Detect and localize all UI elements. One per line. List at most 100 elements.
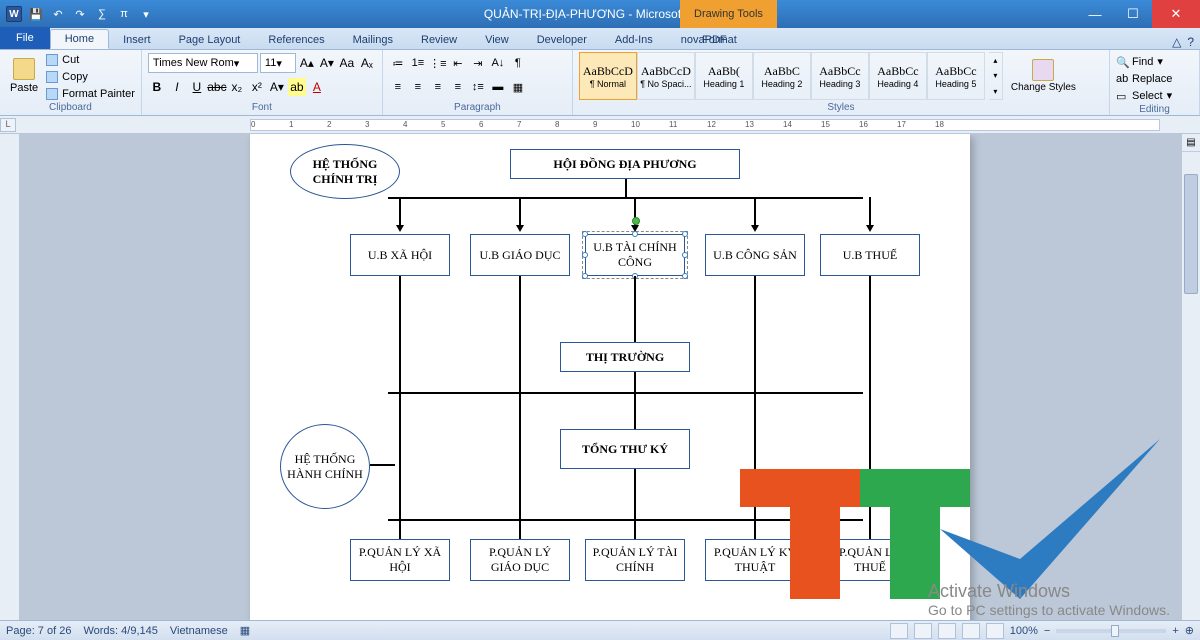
cut-button[interactable]: Cut xyxy=(46,52,135,67)
tab-insert[interactable]: Insert xyxy=(109,31,165,49)
underline-button[interactable]: U xyxy=(188,78,206,96)
style-item[interactable]: AaBbCcHeading 3 xyxy=(811,52,869,100)
shape-box[interactable]: P.QUẢN LÝ XÃ HỘI xyxy=(350,539,450,581)
align-left-button[interactable]: ≡ xyxy=(389,78,407,96)
sort-button[interactable]: A↓ xyxy=(489,54,507,72)
font-name-select[interactable]: Times New Rom ▾ xyxy=(148,53,258,73)
tab-mailings[interactable]: Mailings xyxy=(339,31,407,49)
view-web-button[interactable] xyxy=(938,623,956,639)
style-item[interactable]: AaBb(Heading 1 xyxy=(695,52,753,100)
grow-font-button[interactable]: A▴ xyxy=(298,54,316,72)
bullets-button[interactable]: ≔ xyxy=(389,54,407,72)
ruler-toggle-icon[interactable]: ▤ xyxy=(1182,134,1200,152)
shape-box[interactable]: P.QUẢN LÝ KỸ THUẬT xyxy=(705,539,805,581)
tab-view[interactable]: View xyxy=(471,31,523,49)
shape-ellipse[interactable]: HỆ THỐNG HÀNH CHÍNH xyxy=(280,424,370,509)
select-button[interactable]: ▭Select ▾ xyxy=(1116,88,1172,103)
align-center-button[interactable]: ≡ xyxy=(409,78,427,96)
shape-box[interactable]: U.B CÔNG SẢN xyxy=(705,234,805,276)
shape-box[interactable]: P.QUẢN LÝ GIÁO DỤC xyxy=(470,539,570,581)
document-page[interactable]: HỆ THỐNG CHÍNH TRỊ HỆ THỐNG HÀNH CHÍNH H… xyxy=(250,134,970,620)
qat-item[interactable]: ∑ xyxy=(94,6,110,22)
change-case-button[interactable]: Aa xyxy=(338,54,356,72)
undo-icon[interactable]: ↶ xyxy=(50,6,66,22)
italic-button[interactable]: I xyxy=(168,78,186,96)
scroll-thumb[interactable] xyxy=(1184,174,1198,294)
shape-box[interactable]: TỔNG THƯ KÝ xyxy=(560,429,690,469)
help-icon[interactable]: ? xyxy=(1187,35,1194,49)
status-macro-icon[interactable]: ▦ xyxy=(240,624,250,637)
save-icon[interactable]: 💾 xyxy=(28,6,44,22)
tab-addins[interactable]: Add-Ins xyxy=(601,31,667,49)
align-right-button[interactable]: ≡ xyxy=(429,78,447,96)
file-tab[interactable]: File xyxy=(0,27,50,49)
change-styles-button[interactable]: Change Styles xyxy=(1007,52,1080,100)
maximize-button[interactable]: ☐ xyxy=(1114,0,1152,28)
borders-button[interactable]: ▦ xyxy=(509,78,527,96)
paste-button[interactable]: Paste xyxy=(6,52,42,100)
tab-review[interactable]: Review xyxy=(407,31,471,49)
view-outline-button[interactable] xyxy=(962,623,980,639)
styles-more-button[interactable]: ▴▾▾ xyxy=(989,52,1003,100)
shape-box[interactable]: U.B GIÁO DỤC xyxy=(470,234,570,276)
shape-box[interactable]: THỊ TRƯỜNG xyxy=(560,342,690,372)
shape-box[interactable]: P.QUẢN LÝ THUẾ xyxy=(820,539,920,581)
tab-format[interactable]: Format xyxy=(688,31,751,49)
minimize-button[interactable]: — xyxy=(1076,0,1114,28)
tab-selector[interactable]: L xyxy=(0,118,16,132)
shape-box-top[interactable]: HỘI ĐỒNG ĐỊA PHƯƠNG xyxy=(510,149,740,179)
subscript-button[interactable]: x₂ xyxy=(228,78,246,96)
shape-box[interactable]: U.B XÃ HỘI xyxy=(350,234,450,276)
numbering-button[interactable]: 1≡ xyxy=(409,54,427,72)
zoom-out-button[interactable]: − xyxy=(1044,625,1050,637)
tab-home[interactable]: Home xyxy=(50,29,109,49)
line-spacing-button[interactable]: ↕≡ xyxy=(469,78,487,96)
zoom-fit-button[interactable]: ⊕ xyxy=(1185,624,1194,637)
qat-item[interactable]: π xyxy=(116,6,132,22)
shape-box[interactable]: U.B TÀI CHÍNH CÔNG xyxy=(585,234,685,276)
shape-box[interactable]: P.QUẢN LÝ TÀI CHÍNH xyxy=(585,539,685,581)
multilevel-button[interactable]: ⋮≡ xyxy=(429,54,447,72)
style-item[interactable]: AaBbCcHeading 4 xyxy=(869,52,927,100)
view-print-layout-button[interactable] xyxy=(890,623,908,639)
scrollbar-vertical[interactable]: ▤ xyxy=(1182,134,1200,620)
style-item[interactable]: AaBbCHeading 2 xyxy=(753,52,811,100)
increase-indent-button[interactable]: ⇥ xyxy=(469,54,487,72)
redo-icon[interactable]: ↷ xyxy=(72,6,88,22)
ruler-vertical[interactable] xyxy=(0,134,20,620)
ribbon-minimize-icon[interactable]: △ xyxy=(1172,35,1181,49)
tab-references[interactable]: References xyxy=(254,31,338,49)
zoom-in-button[interactable]: + xyxy=(1172,625,1178,637)
font-size-select[interactable]: 11 ▾ xyxy=(260,53,296,73)
clear-format-button[interactable]: Aₓ xyxy=(358,54,376,72)
superscript-button[interactable]: x² xyxy=(248,78,266,96)
tab-developer[interactable]: Developer xyxy=(523,31,601,49)
zoom-slider[interactable] xyxy=(1056,629,1166,633)
close-button[interactable]: ✕ xyxy=(1152,0,1200,28)
view-fullscreen-button[interactable] xyxy=(914,623,932,639)
shape-box[interactable]: U.B THUẾ xyxy=(820,234,920,276)
replace-button[interactable]: abReplace xyxy=(1116,71,1172,86)
ruler-horizontal[interactable]: L 0123456789101112131415161718 xyxy=(0,116,1200,134)
show-marks-button[interactable]: ¶ xyxy=(509,54,527,72)
highlight-button[interactable]: ab xyxy=(288,78,306,96)
style-item[interactable]: AaBbCcHeading 5 xyxy=(927,52,985,100)
status-language[interactable]: Vietnamese xyxy=(170,625,228,637)
shrink-font-button[interactable]: A▾ xyxy=(318,54,336,72)
format-painter-button[interactable]: Format Painter xyxy=(46,86,135,101)
find-button[interactable]: 🔍Find ▾ xyxy=(1116,54,1163,69)
shading-button[interactable]: ▬ xyxy=(489,78,507,96)
status-words[interactable]: Words: 4/9,145 xyxy=(83,625,157,637)
style-item[interactable]: AaBbCcD¶ Normal xyxy=(579,52,637,100)
bold-button[interactable]: B xyxy=(148,78,166,96)
view-draft-button[interactable] xyxy=(986,623,1004,639)
strike-button[interactable]: abc xyxy=(208,78,226,96)
style-item[interactable]: AaBbCcD¶ No Spaci... xyxy=(637,52,695,100)
status-page[interactable]: Page: 7 of 26 xyxy=(6,625,71,637)
text-effects-button[interactable]: A▾ xyxy=(268,78,286,96)
zoom-handle[interactable] xyxy=(1111,625,1119,637)
qat-more-icon[interactable]: ▾ xyxy=(138,6,154,22)
zoom-level[interactable]: 100% xyxy=(1010,625,1038,637)
tab-page-layout[interactable]: Page Layout xyxy=(165,31,255,49)
justify-button[interactable]: ≡ xyxy=(449,78,467,96)
